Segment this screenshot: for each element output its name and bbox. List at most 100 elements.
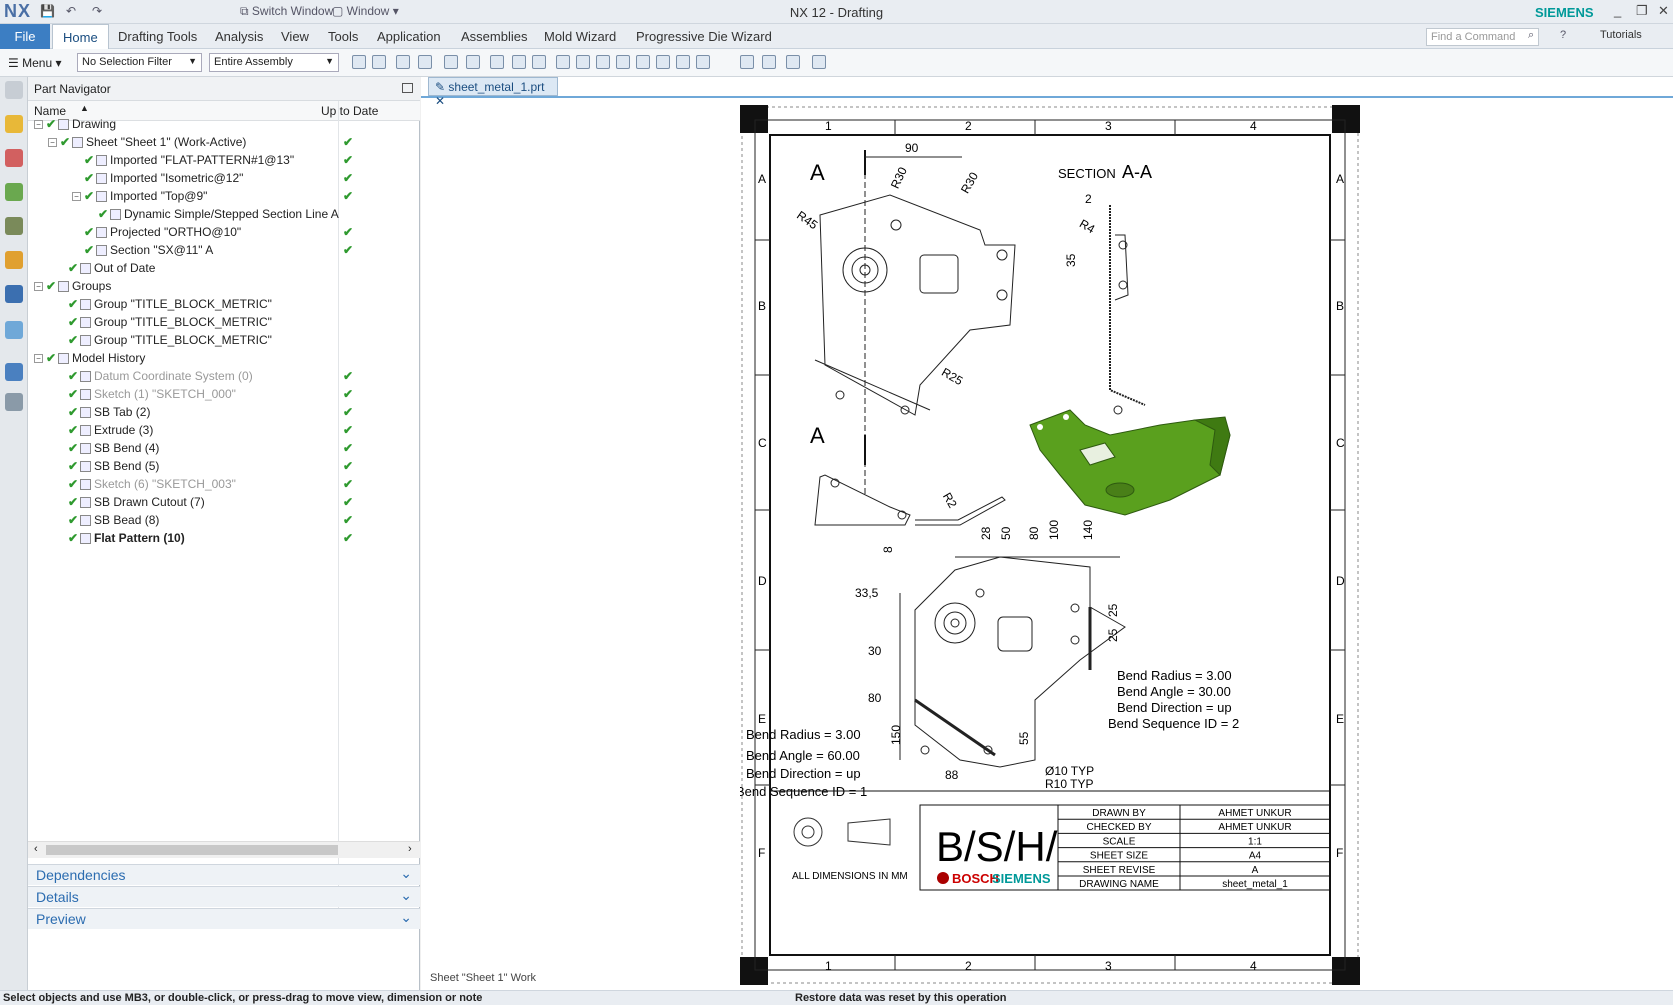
- navigator-row[interactable]: ✔ SB Bead (8) ✔: [28, 511, 420, 530]
- drawing-sheet[interactable]: 11223344A AB BC CD DE EF F A A 90 R30 R30 R45 …: [740, 105, 1360, 985]
- up-to-date-check-icon: ✔: [343, 387, 354, 401]
- navigator-row-label: Flat Pattern (10): [94, 531, 185, 545]
- tutorials-button[interactable]: Tutorials: [1600, 29, 1642, 41]
- tab-application[interactable]: Application: [367, 24, 451, 49]
- navigator-row[interactable]: ✔ SB Tab (2) ✔: [28, 403, 420, 422]
- toolbar-tool-icon[interactable]: [418, 55, 432, 69]
- chevron-down-icon[interactable]: ⌄: [400, 865, 412, 882]
- selection-filter-select[interactable]: No Selection Filter ▼: [77, 53, 202, 72]
- part-navigator-icon[interactable]: [5, 115, 23, 133]
- assembly-scope-select[interactable]: Entire Assembly ▼: [209, 53, 339, 72]
- navigator-hscroll[interactable]: ‹ ›: [28, 841, 420, 858]
- node-icon: [110, 209, 121, 220]
- collapse-icon[interactable]: −: [48, 138, 57, 147]
- navigator-row[interactable]: ✔ Datum Coordinate System (0) ✔: [28, 367, 420, 386]
- navigator-row[interactable]: ✔ Sketch (6) "SKETCH_003" ✔: [28, 475, 420, 494]
- navigator-row[interactable]: ✔ Extrude (3) ✔: [28, 421, 420, 440]
- scroll-left-icon[interactable]: ‹: [34, 843, 38, 855]
- sort-ascending-icon[interactable]: ▲: [80, 103, 89, 113]
- navigator-row[interactable]: − ✔ Groups: [28, 277, 420, 296]
- toolbar-tool-icon[interactable]: [740, 55, 754, 69]
- panel-preview[interactable]: Preview ⌄: [28, 908, 420, 929]
- chevron-down-icon[interactable]: ⌄: [400, 887, 412, 904]
- collapse-icon[interactable]: −: [72, 192, 81, 201]
- navigator-row[interactable]: ✔ SB Bend (4) ✔: [28, 439, 420, 458]
- tab-mold-wizard[interactable]: Mold Wizard: [534, 24, 626, 49]
- status-check-icon: ✔: [68, 477, 79, 491]
- tab-home[interactable]: Home: [52, 24, 109, 49]
- navigator-row[interactable]: − ✔ Model History: [28, 349, 420, 368]
- toolbar-tool-icon[interactable]: [532, 55, 546, 69]
- toolbar-tool-icon[interactable]: [576, 55, 590, 69]
- toolbar-tool-icon[interactable]: [762, 55, 776, 69]
- web-browser-icon[interactable]: [5, 285, 23, 303]
- navigator-row[interactable]: ✔ Projected "ORTHO@10" ✔: [28, 223, 420, 242]
- hd3d-tools-icon[interactable]: [5, 251, 23, 269]
- toolbar-tool-icon[interactable]: [636, 55, 650, 69]
- navigator-row[interactable]: ✔ Imported "FLAT-PATTERN#1@13" ✔: [28, 151, 420, 170]
- status-check-icon: ✔: [68, 441, 79, 455]
- collapse-icon[interactable]: −: [34, 354, 43, 363]
- navigator-row[interactable]: − ✔ Imported "Top@9" ✔: [28, 187, 420, 206]
- navigator-row[interactable]: ✔ SB Bend (5) ✔: [28, 457, 420, 476]
- minimize-icon[interactable]: _: [1614, 3, 1621, 18]
- navigator-row[interactable]: ✔ Out of Date: [28, 259, 420, 278]
- restore-icon[interactable]: ❐: [1636, 3, 1648, 19]
- assembly-navigator-icon[interactable]: [5, 149, 23, 167]
- tab-drafting-tools[interactable]: Drafting Tools: [108, 24, 207, 49]
- collapse-icon[interactable]: −: [34, 282, 43, 291]
- menu-button[interactable]: ☰ Menu ▾: [8, 56, 61, 70]
- tab-assemblies[interactable]: Assemblies: [451, 24, 537, 49]
- history-icon[interactable]: [5, 321, 23, 339]
- toolbar-tool-icon[interactable]: [812, 55, 826, 69]
- document-tab[interactable]: ✎ sheet_metal_1.prt ✕: [428, 77, 558, 108]
- toolbar-tool-icon[interactable]: [596, 55, 610, 69]
- toolbar-tool-icon[interactable]: [676, 55, 690, 69]
- toolbar-tool-icon[interactable]: [656, 55, 670, 69]
- navigator-row[interactable]: − ✔ Drawing: [28, 115, 420, 134]
- collapse-icon[interactable]: −: [34, 120, 43, 129]
- scroll-right-icon[interactable]: ›: [408, 843, 412, 855]
- navigator-row[interactable]: ✔ Flat Pattern (10) ✔: [28, 529, 420, 548]
- clock-icon[interactable]: [5, 363, 23, 381]
- toolbar-tool-icon[interactable]: [466, 55, 480, 69]
- tab-file[interactable]: File: [0, 24, 50, 49]
- toolbar-tool-icon[interactable]: [556, 55, 570, 69]
- navigator-row[interactable]: ✔ Dynamic Simple/Stepped Section Line A: [28, 205, 420, 224]
- roles-icon[interactable]: [5, 393, 23, 411]
- navigator-row[interactable]: ✔ Sketch (1) "SKETCH_000" ✔: [28, 385, 420, 404]
- constraint-navigator-icon[interactable]: [5, 183, 23, 201]
- settings-icon[interactable]: [5, 81, 23, 99]
- reuse-library-icon[interactable]: [5, 217, 23, 235]
- toolbar-tool-icon[interactable]: [786, 55, 800, 69]
- close-tab-icon[interactable]: ✕: [435, 94, 445, 108]
- navigator-row[interactable]: ✔ SB Drawn Cutout (7) ✔: [28, 493, 420, 512]
- toolbar-tool-icon[interactable]: [352, 55, 366, 69]
- toolbar-tool-icon[interactable]: [616, 55, 630, 69]
- toolbar-tool-icon[interactable]: [396, 55, 410, 69]
- search-icon[interactable]: ⌕: [1528, 29, 1534, 42]
- tab-view[interactable]: View: [271, 24, 319, 49]
- navigator-row[interactable]: − ✔ Sheet "Sheet 1" (Work-Active) ✔: [28, 133, 420, 152]
- toolbar-tool-icon[interactable]: [512, 55, 526, 69]
- navigator-row[interactable]: ✔ Imported "Isometric@12" ✔: [28, 169, 420, 188]
- navigator-row[interactable]: ✔ Group "TITLE_BLOCK_METRIC": [28, 295, 420, 314]
- navigator-row[interactable]: ✔ Group "TITLE_BLOCK_METRIC": [28, 313, 420, 332]
- navigator-row[interactable]: ✔ Group "TITLE_BLOCK_METRIC": [28, 331, 420, 350]
- close-icon[interactable]: ✕: [1658, 3, 1669, 19]
- chevron-down-icon[interactable]: ⌄: [400, 909, 412, 926]
- maximize-icon[interactable]: [402, 83, 413, 93]
- scroll-thumb[interactable]: [46, 845, 338, 855]
- help-icon[interactable]: ?: [1560, 29, 1566, 41]
- toolbar-tool-icon[interactable]: [490, 55, 504, 69]
- toolbar-tool-icon[interactable]: [696, 55, 710, 69]
- panel-dependencies[interactable]: Dependencies ⌄: [28, 864, 420, 885]
- tab-analysis[interactable]: Analysis: [205, 24, 273, 49]
- navigator-row[interactable]: ✔ Section "SX@11" A ✔: [28, 241, 420, 260]
- toolbar-tool-icon[interactable]: [444, 55, 458, 69]
- panel-details[interactable]: Details ⌄: [28, 886, 420, 907]
- tab-tools[interactable]: Tools: [318, 24, 368, 49]
- toolbar-tool-icon[interactable]: [372, 55, 386, 69]
- find-command-input[interactable]: Find a Command: [1426, 28, 1539, 46]
- tab-progressive-die-wizard[interactable]: Progressive Die Wizard: [626, 24, 782, 49]
